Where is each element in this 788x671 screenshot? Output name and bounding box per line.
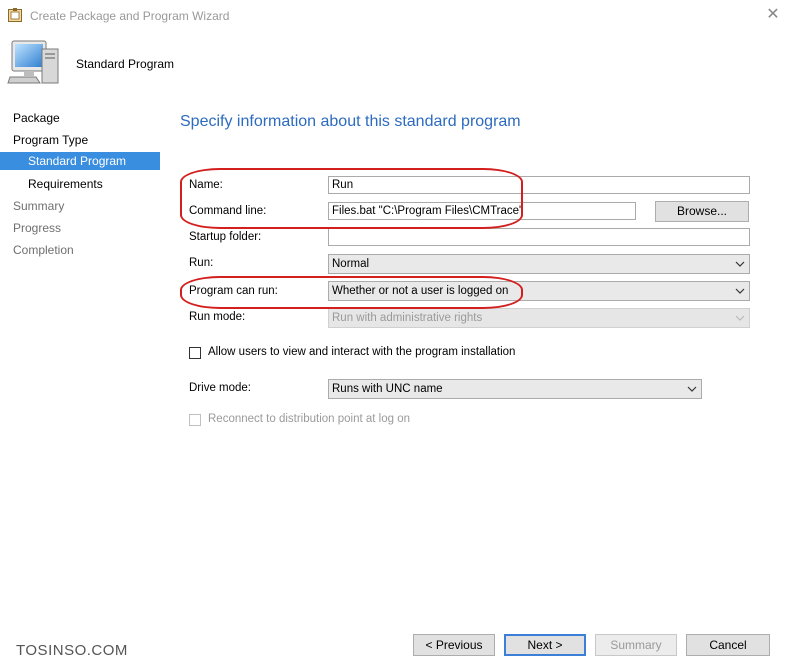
summary-button: Summary bbox=[595, 634, 677, 656]
computer-icon bbox=[7, 40, 59, 84]
nav-item-label: Progress bbox=[13, 221, 62, 235]
nav-item-standard-program[interactable]: Standard Program bbox=[0, 152, 160, 170]
nav-item-label: Summary bbox=[13, 199, 65, 213]
program-can-run-label: Program can run: bbox=[189, 285, 278, 297]
command-line-label: Command line: bbox=[189, 205, 267, 217]
chevron-down-icon bbox=[735, 315, 745, 321]
nav-item-package[interactable]: Package bbox=[0, 109, 160, 127]
nav-item-label: Requirements bbox=[28, 177, 103, 191]
nav-item-program-type[interactable]: Program Type bbox=[0, 131, 160, 149]
startup-folder-input[interactable] bbox=[328, 228, 750, 246]
wizard-app-icon bbox=[8, 8, 22, 22]
nav-item-completion[interactable]: Completion bbox=[0, 241, 160, 259]
run-select-value: Normal bbox=[332, 258, 370, 270]
run-mode-select: Run with administrative rights bbox=[328, 308, 750, 328]
title-bar: Create Package and Program Wizard ✕ bbox=[0, 0, 788, 32]
reconnect-checkbox bbox=[189, 414, 201, 426]
name-input[interactable]: Run bbox=[328, 176, 750, 194]
run-mode-label: Run mode: bbox=[189, 311, 246, 323]
page-heading: Specify information about this standard … bbox=[180, 113, 521, 130]
nav-item-label: Completion bbox=[13, 243, 74, 257]
wizard-header: Standard Program bbox=[0, 32, 788, 94]
program-can-run-value: Whether or not a user is logged on bbox=[332, 285, 509, 297]
startup-folder-label: Startup folder: bbox=[189, 231, 262, 243]
allow-interact-label: Allow users to view and interact with th… bbox=[208, 346, 516, 358]
name-label: Name: bbox=[189, 179, 223, 191]
chevron-down-icon bbox=[687, 386, 697, 392]
previous-button[interactable]: < Previous bbox=[413, 634, 495, 656]
run-label: Run: bbox=[189, 257, 214, 269]
program-can-run-select[interactable]: Whether or not a user is logged on bbox=[328, 281, 750, 301]
run-mode-value: Run with administrative rights bbox=[332, 312, 483, 324]
drive-mode-label: Drive mode: bbox=[189, 382, 251, 394]
reconnect-label: Reconnect to distribution point at log o… bbox=[208, 413, 411, 425]
nav-item-requirements[interactable]: Requirements bbox=[0, 175, 160, 193]
chevron-down-icon bbox=[735, 261, 745, 267]
nav-item-progress[interactable]: Progress bbox=[0, 219, 160, 237]
header-title: Standard Program bbox=[76, 57, 175, 71]
drive-mode-select[interactable]: Runs with UNC name bbox=[328, 379, 702, 399]
browse-button[interactable]: Browse... bbox=[655, 201, 749, 222]
nav-item-label: Standard Program bbox=[28, 154, 127, 168]
window-title: Create Package and Program Wizard bbox=[30, 9, 230, 23]
drive-mode-value: Runs with UNC name bbox=[332, 383, 443, 395]
command-line-input[interactable]: Files.bat "C:\Program Files\CMTrace" bbox=[328, 202, 636, 220]
next-button[interactable]: Next > bbox=[504, 634, 586, 656]
nav-item-label: Program Type bbox=[13, 133, 89, 147]
cancel-button[interactable]: Cancel bbox=[686, 634, 770, 656]
nav-item-summary[interactable]: Summary bbox=[0, 197, 160, 215]
allow-interact-checkbox[interactable] bbox=[189, 347, 201, 359]
run-select[interactable]: Normal bbox=[328, 254, 750, 274]
watermark: TOSINSO.COM bbox=[16, 642, 128, 659]
chevron-down-icon bbox=[735, 288, 745, 294]
nav-item-label: Package bbox=[13, 111, 60, 125]
close-icon[interactable]: ✕ bbox=[764, 5, 782, 25]
